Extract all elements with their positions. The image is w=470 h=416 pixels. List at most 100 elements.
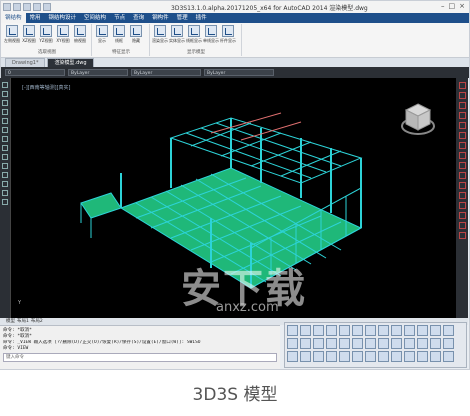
tool-icon[interactable] bbox=[313, 351, 324, 362]
tool-icon[interactable] bbox=[417, 338, 428, 349]
redo-icon[interactable] bbox=[43, 3, 51, 11]
tool-icon[interactable] bbox=[287, 338, 298, 349]
open-file-icon[interactable] bbox=[13, 3, 21, 11]
xz-view-button[interactable]: XZ视图 bbox=[21, 25, 37, 44]
ribbon-tab[interactable]: 查询 bbox=[129, 13, 148, 23]
tool-icon[interactable] bbox=[2, 118, 8, 124]
tool-icon[interactable] bbox=[313, 325, 324, 336]
top-view-button[interactable]: 俯视图 bbox=[72, 25, 88, 44]
tool-icon[interactable] bbox=[352, 351, 363, 362]
tool-icon[interactable] bbox=[458, 222, 466, 229]
tool-icon[interactable] bbox=[300, 351, 311, 362]
tool-icon[interactable] bbox=[458, 202, 466, 209]
tool-icon[interactable] bbox=[2, 190, 8, 196]
tool-icon[interactable] bbox=[352, 325, 363, 336]
tool-icon[interactable] bbox=[458, 122, 466, 129]
tool-icon[interactable] bbox=[458, 112, 466, 119]
tool-icon[interactable] bbox=[391, 351, 402, 362]
ribbon-tab[interactable]: 钢构件 bbox=[148, 13, 173, 23]
tool-icon[interactable] bbox=[326, 338, 337, 349]
ribbon-tab[interactable]: 空间结构 bbox=[80, 13, 110, 23]
tool-icon[interactable] bbox=[2, 145, 8, 151]
tool-icon[interactable] bbox=[365, 338, 376, 349]
tool-icon[interactable] bbox=[458, 212, 466, 219]
minimize-button[interactable]: – bbox=[441, 2, 445, 10]
ribbon-tab[interactable]: 管理 bbox=[173, 13, 192, 23]
tool-icon[interactable] bbox=[300, 325, 311, 336]
file-tab-active[interactable]: 渲染模型.dwg bbox=[47, 58, 94, 67]
tool-icon[interactable] bbox=[326, 325, 337, 336]
tool-icon[interactable] bbox=[404, 325, 415, 336]
tool-icon[interactable] bbox=[352, 338, 363, 349]
tool-icon[interactable] bbox=[2, 127, 8, 133]
viewport-controls-label[interactable]: [-][西南等轴测][真实] bbox=[22, 84, 71, 91]
xy-view-button[interactable]: XY视图 bbox=[55, 25, 71, 44]
member-display-button[interactable]: 杆件显示 bbox=[220, 25, 236, 44]
tool-icon[interactable] bbox=[287, 325, 298, 336]
color-dropdown[interactable]: ByLayer bbox=[68, 69, 128, 76]
tool-icon[interactable] bbox=[365, 351, 376, 362]
tool-icon[interactable] bbox=[443, 338, 454, 349]
tool-icon[interactable] bbox=[458, 232, 466, 239]
layout-tab[interactable]: 布局1 bbox=[17, 318, 29, 325]
tool-icon[interactable] bbox=[458, 172, 466, 179]
tool-icon[interactable] bbox=[2, 100, 8, 106]
file-tab[interactable]: Drawing1* bbox=[5, 58, 46, 67]
left-view-button[interactable]: 左侧视图 bbox=[4, 25, 20, 44]
tool-icon[interactable] bbox=[2, 199, 8, 205]
linetype-dropdown[interactable]: ByLayer bbox=[131, 69, 201, 76]
tool-icon[interactable] bbox=[391, 325, 402, 336]
tool-icon[interactable] bbox=[2, 136, 8, 142]
solid-display-button[interactable]: 实体显示 bbox=[169, 25, 185, 44]
ribbon-tab[interactable]: 常用 bbox=[26, 13, 45, 23]
wire-display-button[interactable]: 线框显示 bbox=[186, 25, 202, 44]
show-button[interactable]: 显示 bbox=[94, 25, 110, 44]
new-file-icon[interactable] bbox=[3, 3, 11, 11]
tool-icon[interactable] bbox=[404, 338, 415, 349]
wireframe-button[interactable]: 线框 bbox=[111, 25, 127, 44]
tool-icon[interactable] bbox=[2, 109, 8, 115]
undo-icon[interactable] bbox=[33, 3, 41, 11]
layout-tab-model[interactable]: 模型 bbox=[6, 318, 15, 325]
tool-icon[interactable] bbox=[430, 351, 441, 362]
layout-tab[interactable]: 布局2 bbox=[31, 318, 43, 325]
tool-icon[interactable] bbox=[365, 325, 376, 336]
tool-icon[interactable] bbox=[339, 351, 350, 362]
tool-icon[interactable] bbox=[2, 172, 8, 178]
tool-icon[interactable] bbox=[458, 192, 466, 199]
tool-icon[interactable] bbox=[287, 351, 298, 362]
tool-icon[interactable] bbox=[2, 82, 8, 88]
tool-icon[interactable] bbox=[458, 102, 466, 109]
tool-icon[interactable] bbox=[300, 338, 311, 349]
close-button[interactable]: × bbox=[459, 2, 465, 10]
ribbon-tab[interactable]: 插件 bbox=[192, 13, 211, 23]
tool-icon[interactable] bbox=[2, 154, 8, 160]
tool-icon[interactable] bbox=[430, 325, 441, 336]
tool-icon[interactable] bbox=[417, 325, 428, 336]
command-input[interactable]: 键入命令 bbox=[3, 353, 277, 362]
model-viewport[interactable]: 安下载 anxz.com bbox=[10, 78, 458, 318]
tool-icon[interactable] bbox=[378, 338, 389, 349]
tool-icon[interactable] bbox=[339, 338, 350, 349]
tool-icon[interactable] bbox=[404, 351, 415, 362]
tool-icon[interactable] bbox=[458, 182, 466, 189]
tool-icon[interactable] bbox=[443, 325, 454, 336]
ribbon-tab[interactable]: 节点 bbox=[110, 13, 129, 23]
save-icon[interactable] bbox=[23, 3, 31, 11]
ribbon-tab[interactable]: 钢结构设计 bbox=[45, 13, 81, 23]
tool-icon[interactable] bbox=[458, 152, 466, 159]
tool-icon[interactable] bbox=[458, 82, 466, 89]
yz-view-button[interactable]: YZ视图 bbox=[38, 25, 54, 44]
tool-icon[interactable] bbox=[391, 338, 402, 349]
tool-icon[interactable] bbox=[2, 181, 8, 187]
single-line-display-button[interactable]: 单线显示 bbox=[203, 25, 219, 44]
render-display-button[interactable]: 渲染显示 bbox=[152, 25, 168, 44]
maximize-button[interactable]: □ bbox=[449, 2, 456, 10]
tool-icon[interactable] bbox=[417, 351, 428, 362]
tool-icon[interactable] bbox=[458, 142, 466, 149]
tool-icon[interactable] bbox=[378, 325, 389, 336]
view-cube[interactable] bbox=[400, 100, 436, 140]
tool-icon[interactable] bbox=[378, 351, 389, 362]
tool-icon[interactable] bbox=[443, 351, 454, 362]
tool-icon[interactable] bbox=[458, 92, 466, 99]
